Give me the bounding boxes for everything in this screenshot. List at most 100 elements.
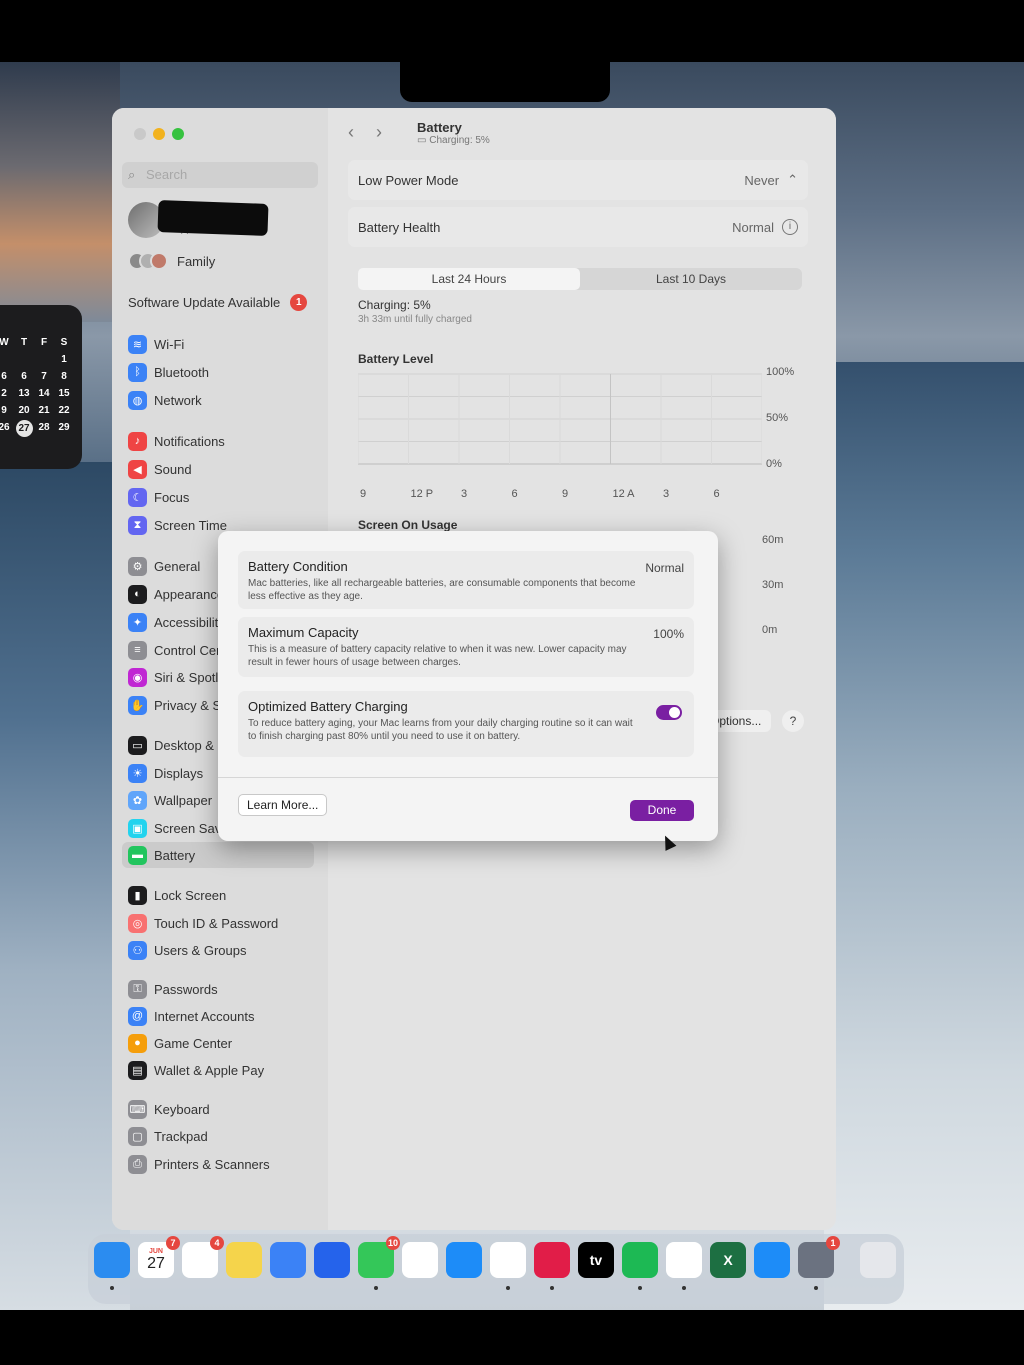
sidebar-item-passwords[interactable]: ⚿ Passwords <box>122 976 314 1002</box>
x-tick-label: 9 <box>360 488 367 500</box>
optimized-charging-desc: To reduce battery aging, your Mac learns… <box>248 718 633 742</box>
sidebar-item-trackpad[interactable]: ▢ Trackpad <box>122 1123 314 1149</box>
calendar-day <box>0 354 14 366</box>
battery-condition-desc: Mac batteries, like all rechargeable bat… <box>248 578 636 602</box>
messages-icon[interactable]: 10 <box>358 1236 400 1278</box>
at-icon: @ <box>128 1006 147 1026</box>
x-tick-label: 12 P <box>410 488 434 500</box>
sidebar-item-label: Network <box>154 392 202 408</box>
dock: JUN 27 7 4 10 tv X 1 <box>88 1234 904 1304</box>
family-label: Family <box>177 253 216 269</box>
back-icon[interactable]: ‹ <box>348 122 354 143</box>
calendar-day: 27 <box>15 420 33 437</box>
calendar-day: 2 <box>1 388 7 399</box>
maximum-capacity-title: Maximum Capacity <box>248 625 359 640</box>
maximum-capacity-row: Maximum Capacity This is a measure of ba… <box>238 617 694 677</box>
calendar-day: 29 <box>58 422 70 433</box>
sidebar-item-network[interactable]: ◍ Network <box>122 387 314 413</box>
tab-last-10-days[interactable]: Last 10 Days <box>580 268 802 290</box>
calendar-icon[interactable]: JUN 27 7 <box>138 1236 180 1278</box>
sidebar-item-label: Trackpad <box>154 1128 208 1144</box>
optimized-charging-title: Optimized Battery Charging <box>248 699 408 714</box>
family-item[interactable]: Family <box>128 250 215 272</box>
reminders-icon[interactable]: 4 <box>182 1236 224 1278</box>
sidebar-item-lock-screen[interactable]: ▮ Lock Screen <box>122 882 314 908</box>
calendar-day <box>34 354 54 366</box>
sidebar-item-internet-accounts[interactable]: @ Internet Accounts <box>122 1003 314 1029</box>
calendar-day: 27 <box>147 1254 165 1272</box>
apple-id-profile[interactable]: Apple ID <box>128 200 318 242</box>
calendar-day: 6 <box>1 371 7 382</box>
sidebar-item-label: Users & Groups <box>154 942 247 958</box>
copilot-icon[interactable] <box>402 1242 438 1278</box>
navigation: ‹ › <box>348 122 382 143</box>
calendar-day: 15 <box>58 388 70 399</box>
calendar-widget[interactable]: W T F S 1 6 6 7 8 2 13 14 15 9 20 21 22 26 27 28 29 <box>0 305 82 469</box>
sidebar-item-printers-scanners[interactable]: ⎙ Printers & Scanners <box>122 1151 314 1177</box>
calendar-day: 28 <box>38 422 50 433</box>
sidebar-item-battery[interactable]: ▬ Battery <box>122 842 314 868</box>
sidebar-item-focus[interactable]: ☾ Focus <box>122 484 314 510</box>
sidebar-item-label: Displays <box>154 765 204 781</box>
app-icon[interactable] <box>534 1242 570 1278</box>
calendar-day: 9 <box>1 405 7 416</box>
launchpad-icon[interactable] <box>314 1242 350 1278</box>
sidebar-item-notifications[interactable]: ♪ Notifications <box>122 428 314 454</box>
apple-tv-icon[interactable]: tv <box>578 1242 614 1278</box>
x-tick-label: 12 A <box>612 488 635 500</box>
y-tick-label: 0m <box>762 624 778 636</box>
calendar-day: 21 <box>38 405 50 416</box>
desktop-icon: ▭ <box>128 735 147 755</box>
low-power-mode-label: Low Power Mode <box>358 172 459 188</box>
notes-icon[interactable] <box>226 1242 262 1278</box>
tab-last-24-hours[interactable]: Last 24 Hours <box>358 268 580 290</box>
safari-icon[interactable] <box>446 1242 482 1278</box>
excel-icon[interactable]: X <box>710 1242 746 1278</box>
sidebar-item-label: Passwords <box>154 981 218 997</box>
accessibility-icon: ✦ <box>128 612 147 632</box>
zoom-button[interactable] <box>172 128 184 140</box>
app-store-icon[interactable] <box>754 1242 790 1278</box>
pane-title: Battery ▭ Charging: 5% <box>417 120 490 146</box>
spotify-icon[interactable] <box>622 1242 658 1278</box>
software-update-item[interactable]: Software Update Available 1 <box>128 294 308 311</box>
help-button[interactable]: ? <box>782 710 804 732</box>
sidebar-item-wi-fi[interactable]: ≋ Wi-Fi <box>122 331 314 357</box>
optimized-charging-toggle[interactable] <box>656 705 682 720</box>
sidebar-item-touch-id-password[interactable]: ◎ Touch ID & Password <box>122 910 314 936</box>
trash-icon[interactable] <box>860 1242 896 1278</box>
chrome-icon[interactable] <box>490 1242 526 1278</box>
search-input[interactable]: ⌕ Search <box>122 162 318 188</box>
forward-icon[interactable]: › <box>376 122 382 143</box>
done-button[interactable]: Done <box>630 800 694 821</box>
calendar-day: 7 <box>41 371 47 382</box>
news-icon[interactable] <box>666 1242 702 1278</box>
x-tick-label: 3 <box>663 488 670 500</box>
sidebar-item-label: Game Center <box>154 1035 233 1051</box>
sun-icon: ☀ <box>128 763 147 783</box>
sidebar-item-bluetooth[interactable]: ᛒ Bluetooth <box>122 359 314 385</box>
sidebar-item-sound[interactable]: ◀ Sound <box>122 456 314 482</box>
calendar-day: 13 <box>18 388 30 399</box>
chevron-updown-icon: ⌃ <box>787 172 798 187</box>
sidebar-item-game-center[interactable]: ● Game Center <box>122 1030 314 1056</box>
battery-health-row: Battery Health Normal i <box>348 207 808 247</box>
minimize-button[interactable] <box>153 128 165 140</box>
close-button[interactable] <box>134 128 146 140</box>
calendar-grid: W T F S 1 6 6 7 8 2 13 14 15 9 20 21 22 26 27 28 29 <box>0 337 74 437</box>
finder-icon[interactable] <box>94 1242 130 1278</box>
sidebar-item-users-groups[interactable]: ⚇ Users & Groups <box>122 937 314 963</box>
mail-icon[interactable] <box>270 1242 306 1278</box>
info-icon[interactable]: i <box>782 219 798 235</box>
wallet-icon: ▤ <box>128 1060 147 1080</box>
window-controls <box>134 128 184 140</box>
x-tick-label: 9 <box>562 488 569 500</box>
sidebar-item-keyboard[interactable]: ⌨ Keyboard <box>122 1096 314 1122</box>
sidebar-item-wallet-apple-pay[interactable]: ▤ Wallet & Apple Pay <box>122 1057 314 1083</box>
low-power-mode-select[interactable]: Never ⌃ <box>744 172 798 188</box>
system-settings-icon[interactable]: 1 <box>798 1236 840 1278</box>
learn-more-button[interactable]: Learn More... <box>238 794 328 816</box>
wallpaper-mountain-right <box>824 362 1024 1310</box>
running-indicator <box>550 1286 554 1290</box>
notification-badge: 1 <box>826 1236 840 1250</box>
